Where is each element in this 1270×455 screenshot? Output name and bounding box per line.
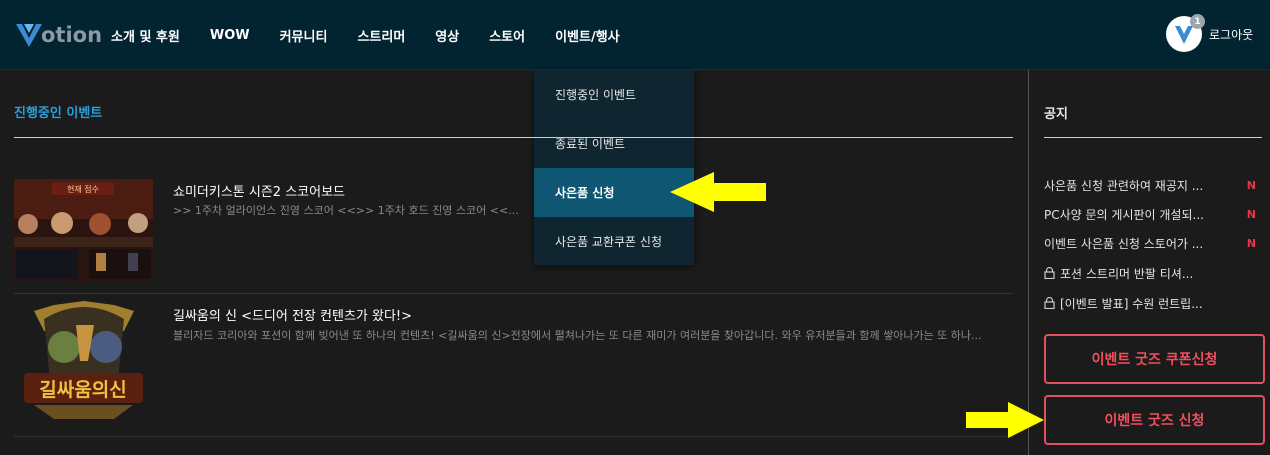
new-badge: N bbox=[1246, 178, 1256, 192]
event-item[interactable]: 현재 점수 쇼미더키스톤 시즌2 스코어보드 >> 1주차 얼라이언스 진영 스… bbox=[14, 179, 1013, 283]
nav-streamer[interactable]: 스트리머 bbox=[357, 26, 405, 45]
event-description: >> 1주차 얼라이언스 진영 스코어 <<>> 1주차 호드 진영 스코어 <… bbox=[173, 204, 519, 217]
nav-wow[interactable]: WOW bbox=[210, 28, 250, 43]
menu-item-ended-events[interactable]: 종료된 이벤트 bbox=[534, 119, 694, 168]
sidebar-title: 공지 bbox=[1044, 107, 1068, 122]
notification-badge: 1 bbox=[1190, 14, 1205, 29]
row-divider bbox=[14, 293, 1013, 294]
nav-store[interactable]: 스토어 bbox=[489, 26, 525, 45]
thumb-header-text: 현재 점수 bbox=[67, 184, 99, 194]
new-badge: N bbox=[1246, 236, 1256, 250]
user-area: 1 로그아웃 bbox=[1166, 14, 1253, 52]
notice-item[interactable]: 포션 스트리머 반팔 티셔... bbox=[1044, 265, 1256, 281]
potion-logo-icon bbox=[16, 24, 42, 47]
notice-text: [이벤트 발표] 수원 런트립... bbox=[1060, 296, 1203, 311]
notice-text: 포션 스트리머 반팔 티셔... bbox=[1060, 266, 1194, 281]
notice-text: 이벤트 사은품 신청 스토어가 ... bbox=[1044, 236, 1204, 251]
event-description: 블리자드 코리아와 포션이 함께 빚어낸 또 하나의 컨텐츠! <길싸움의 신>… bbox=[173, 329, 982, 342]
guild-battle-logo-text: 길싸움의신 bbox=[39, 379, 126, 401]
user-avatar-icon[interactable]: 1 bbox=[1166, 14, 1205, 52]
lock-icon bbox=[1044, 267, 1055, 279]
new-badge: N bbox=[1246, 207, 1256, 221]
notice-item[interactable]: [이벤트 발표] 수원 런트립... bbox=[1044, 295, 1256, 311]
notice-item[interactable]: 이벤트 사은품 신청 스토어가 ... N bbox=[1044, 235, 1256, 251]
logout-link[interactable]: 로그아웃 bbox=[1209, 26, 1253, 43]
arrow-pointer-icon bbox=[966, 402, 1044, 438]
sidebar-title-divider bbox=[1044, 137, 1262, 138]
arrow-pointer-icon bbox=[670, 172, 766, 212]
top-header: otion 소개 및 후원 WOW 커뮤니티 스트리머 영상 스토어 이벤트/행… bbox=[0, 0, 1270, 70]
event-title[interactable]: 길싸움의 신 <드디어 전장 컨텐츠가 왔다!> bbox=[173, 305, 412, 324]
notice-text: PC사양 문의 게시판이 개설되... bbox=[1044, 207, 1204, 222]
goods-request-button[interactable]: 이벤트 굿즈 신청 bbox=[1044, 395, 1265, 445]
notice-item[interactable]: 사은품 신청 관련하여 재공지 ... N bbox=[1044, 177, 1256, 193]
event-thumbnail-scoreboard[interactable]: 현재 점수 bbox=[14, 179, 153, 282]
nav-events[interactable]: 이벤트/행사 bbox=[555, 26, 620, 45]
row-divider bbox=[14, 436, 1013, 437]
sidebar-divider bbox=[1028, 70, 1029, 455]
notice-item[interactable]: PC사양 문의 게시판이 개설되... N bbox=[1044, 206, 1256, 222]
nav-video[interactable]: 영상 bbox=[435, 26, 459, 45]
section-divider bbox=[14, 137, 1013, 138]
event-title[interactable]: 쇼미더키스톤 시즌2 스코어보드 bbox=[173, 181, 345, 200]
nav-community[interactable]: 커뮤니티 bbox=[280, 26, 328, 45]
nav-about[interactable]: 소개 및 후원 bbox=[111, 26, 180, 45]
lock-icon bbox=[1044, 297, 1055, 309]
event-thumbnail-guild-battle[interactable]: 길싸움의신 bbox=[14, 301, 153, 431]
logo-text: otion bbox=[41, 23, 103, 47]
notice-text: 사은품 신청 관련하여 재공지 ... bbox=[1044, 178, 1204, 193]
goods-coupon-request-button[interactable]: 이벤트 굿즈 쿠폰신청 bbox=[1044, 334, 1265, 384]
menu-item-ongoing-events[interactable]: 진행중인 이벤트 bbox=[534, 70, 694, 119]
event-item[interactable]: 길싸움의신 길싸움의 신 <드디어 전장 컨텐츠가 왔다!> 블리자드 코리아와… bbox=[14, 301, 1013, 431]
site-logo[interactable]: otion bbox=[14, 18, 102, 52]
main-nav: 소개 및 후원 WOW 커뮤니티 스트리머 영상 스토어 이벤트/행사 bbox=[111, 0, 650, 70]
section-title: 진행중인 이벤트 bbox=[14, 106, 103, 121]
